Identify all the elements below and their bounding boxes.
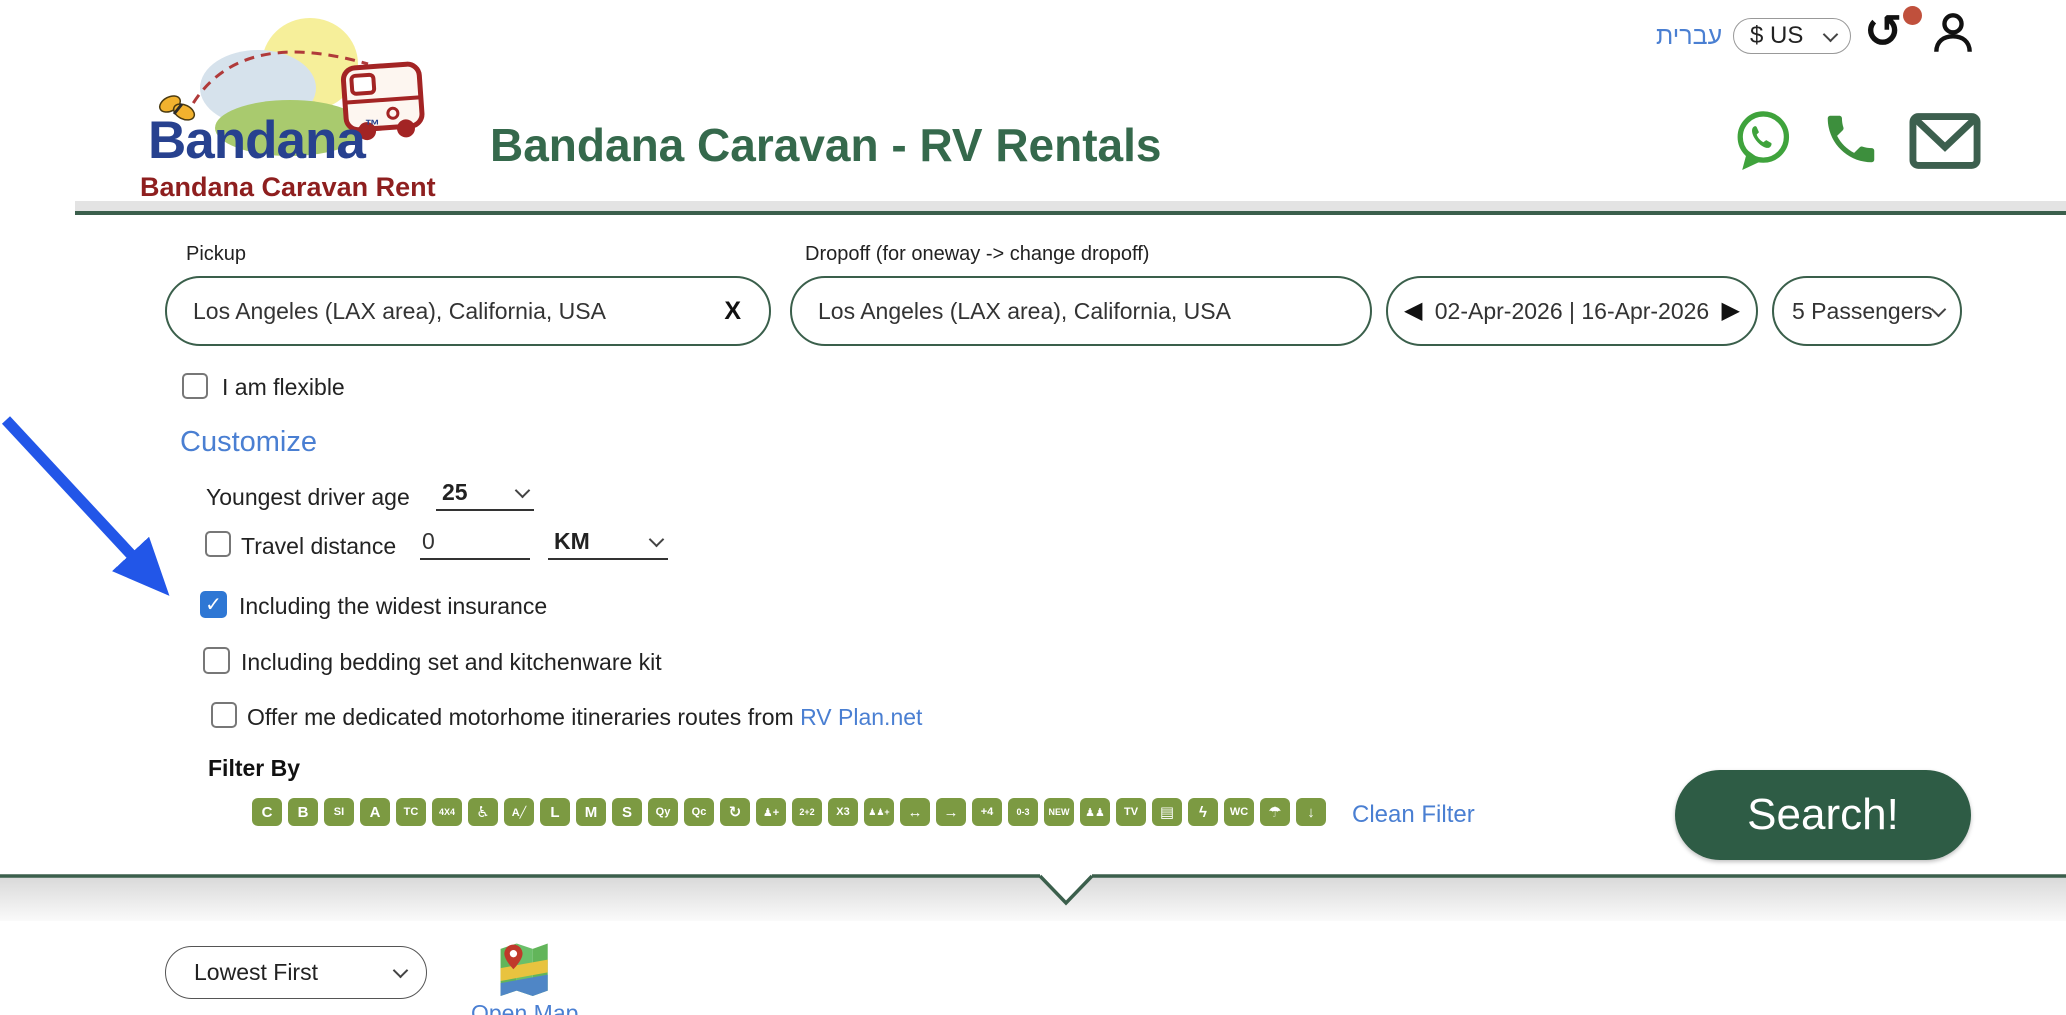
pickup-label: Pickup [186, 243, 246, 266]
rv-dump-icon[interactable]: ↓ [1296, 798, 1326, 826]
driver-age-label: Youngest driver age [206, 484, 410, 511]
logo[interactable]: Bandana™ Bandana Caravan Rent [140, 6, 440, 206]
driver-age-value: 25 [442, 479, 468, 506]
person-plus-icon[interactable]: ♟+ [756, 798, 786, 826]
wc-icon[interactable]: WC [1224, 798, 1254, 826]
power-icon[interactable]: ϟ [1188, 798, 1218, 826]
open-map-link[interactable]: Open Map [471, 1000, 578, 1015]
annotation-arrow [0, 412, 210, 627]
email-icon[interactable] [1908, 112, 1982, 170]
rv-oneway-icon[interactable]: → [936, 798, 966, 826]
bandana-rv-rentals-page: Bandana™ Bandana Caravan Rent Bandana Ca… [0, 0, 2066, 1015]
pickup-value: Los Angeles (LAX area), California, USA [167, 298, 724, 325]
a-frame-icon[interactable]: A╱ [504, 798, 534, 826]
rv-zero-three-icon[interactable]: 0-3 [1008, 798, 1038, 826]
logo-brand-text: Bandana™ [148, 114, 379, 167]
travel-distance-checkbox[interactable] [205, 531, 231, 557]
class-a-icon[interactable]: A [360, 798, 390, 826]
date-range-value: 02-Apr-2026 | 16-Apr-2026 [1435, 298, 1709, 325]
prev-date-arrow-icon[interactable]: ◀ [1404, 299, 1422, 323]
insurance-checkbox[interactable]: ✓ [200, 591, 227, 618]
check-icon: ✓ [205, 592, 222, 617]
shower-icon[interactable]: ☂ [1260, 798, 1290, 826]
clean-filter-link[interactable]: Clean Filter [1352, 801, 1475, 829]
travel-distance-label: Travel distance [241, 533, 396, 560]
class-c-icon[interactable]: C [252, 798, 282, 826]
header-divider [75, 201, 2066, 215]
chevron-down-icon [393, 963, 409, 979]
phone-icon[interactable] [1820, 108, 1882, 170]
bedding-label: Including bedding set and kitchenware ki… [241, 649, 662, 676]
passengers-value: 5 Passengers [1792, 298, 1933, 325]
filter-by-label: Filter By [208, 755, 300, 782]
pickup-input[interactable]: Los Angeles (LAX area), California, USA … [165, 276, 771, 346]
date-range-picker[interactable]: ◀ 02-Apr-2026 | 16-Apr-2026 ▶ [1386, 276, 1758, 346]
circle-c-icon[interactable]: Qc [684, 798, 714, 826]
chevron-down-icon [515, 483, 531, 499]
language-link-hebrew[interactable]: עברית [1656, 22, 1722, 51]
chevron-down-icon [1931, 301, 1947, 317]
wheelchair-accessible-icon[interactable]: ♿ [468, 798, 498, 826]
passengers-select[interactable]: 5 Passengers [1772, 276, 1962, 346]
driver-age-select[interactable]: 25 [436, 479, 534, 511]
tv-icon[interactable]: TV [1116, 798, 1146, 826]
rv-plan-link[interactable]: RV Plan.net [800, 704, 922, 730]
whatsapp-icon[interactable] [1730, 108, 1794, 174]
width-icon[interactable]: ↔ [900, 798, 930, 826]
dropoff-input[interactable]: Los Angeles (LAX area), California, USA [790, 276, 1372, 346]
large-rv-icon[interactable]: L [540, 798, 570, 826]
chevron-down-icon [649, 532, 665, 548]
sort-select[interactable]: Lowest First [165, 946, 427, 999]
dropoff-label: Dropoff (for oneway -> change dropoff) [805, 243, 1149, 266]
itineraries-checkbox[interactable] [211, 702, 237, 728]
flexible-checkbox[interactable] [182, 373, 208, 399]
page-title: Bandana Caravan - RV Rentals [490, 118, 1162, 172]
bed-icon[interactable]: ▤ [1152, 798, 1182, 826]
class-b-icon[interactable]: B [288, 798, 318, 826]
travel-distance-input[interactable]: 0 [420, 528, 530, 560]
itineraries-label: Offer me dedicated motorhome itineraries… [247, 704, 922, 731]
trademark-symbol: ™ [365, 117, 379, 134]
history-icon[interactable]: ↺ [1864, 8, 1914, 54]
rv-plus-four-icon[interactable]: +4 [972, 798, 1002, 826]
next-date-arrow-icon[interactable]: ▶ [1722, 299, 1740, 323]
currency-select[interactable]: $ US [1733, 18, 1851, 54]
filter-icons: CBSIATC4X4♿A╱LMSQyQc↻♟+2+2X3♟♟+↔→+40-3NE… [252, 798, 1326, 826]
new-rv-icon[interactable]: NEW [1044, 798, 1074, 826]
semi-integrated-icon[interactable]: SI [324, 798, 354, 826]
family-icon[interactable]: ♟♟ [1080, 798, 1110, 826]
notification-dot [1903, 6, 1922, 25]
section-divider-notch [0, 873, 2066, 913]
small-rv-icon[interactable]: S [612, 798, 642, 826]
account-icon[interactable] [1928, 8, 1978, 58]
customize-link[interactable]: Customize [180, 426, 317, 459]
medium-rv-icon[interactable]: M [576, 798, 606, 826]
currency-value: $ US [1750, 22, 1803, 50]
dropoff-value: Los Angeles (LAX area), California, USA [792, 298, 1370, 325]
truck-camper-icon[interactable]: TC [396, 798, 426, 826]
chevron-down-icon [1823, 26, 1839, 42]
search-button[interactable]: Search! [1675, 770, 1971, 860]
circle-y-icon[interactable]: Qy [648, 798, 678, 826]
insurance-label: Including the widest insurance [239, 593, 547, 620]
seats-2-plus-2-icon[interactable]: 2+2 [792, 798, 822, 826]
four-by-four-icon[interactable]: 4X4 [432, 798, 462, 826]
times-three-icon[interactable]: X3 [828, 798, 858, 826]
travel-distance-unit-select[interactable]: KM [548, 528, 668, 560]
map-icon[interactable] [492, 936, 552, 996]
bedding-checkbox[interactable] [203, 647, 230, 674]
clear-pickup-button[interactable]: X [724, 297, 769, 326]
flexible-label: I am flexible [222, 374, 345, 401]
logo-caption: Bandana Caravan Rent [140, 172, 436, 203]
travel-distance-unit: KM [554, 528, 590, 555]
family-plus-icon[interactable]: ♟♟+ [864, 798, 894, 826]
sort-value: Lowest First [194, 959, 318, 986]
automatic-icon[interactable]: ↻ [720, 798, 750, 826]
